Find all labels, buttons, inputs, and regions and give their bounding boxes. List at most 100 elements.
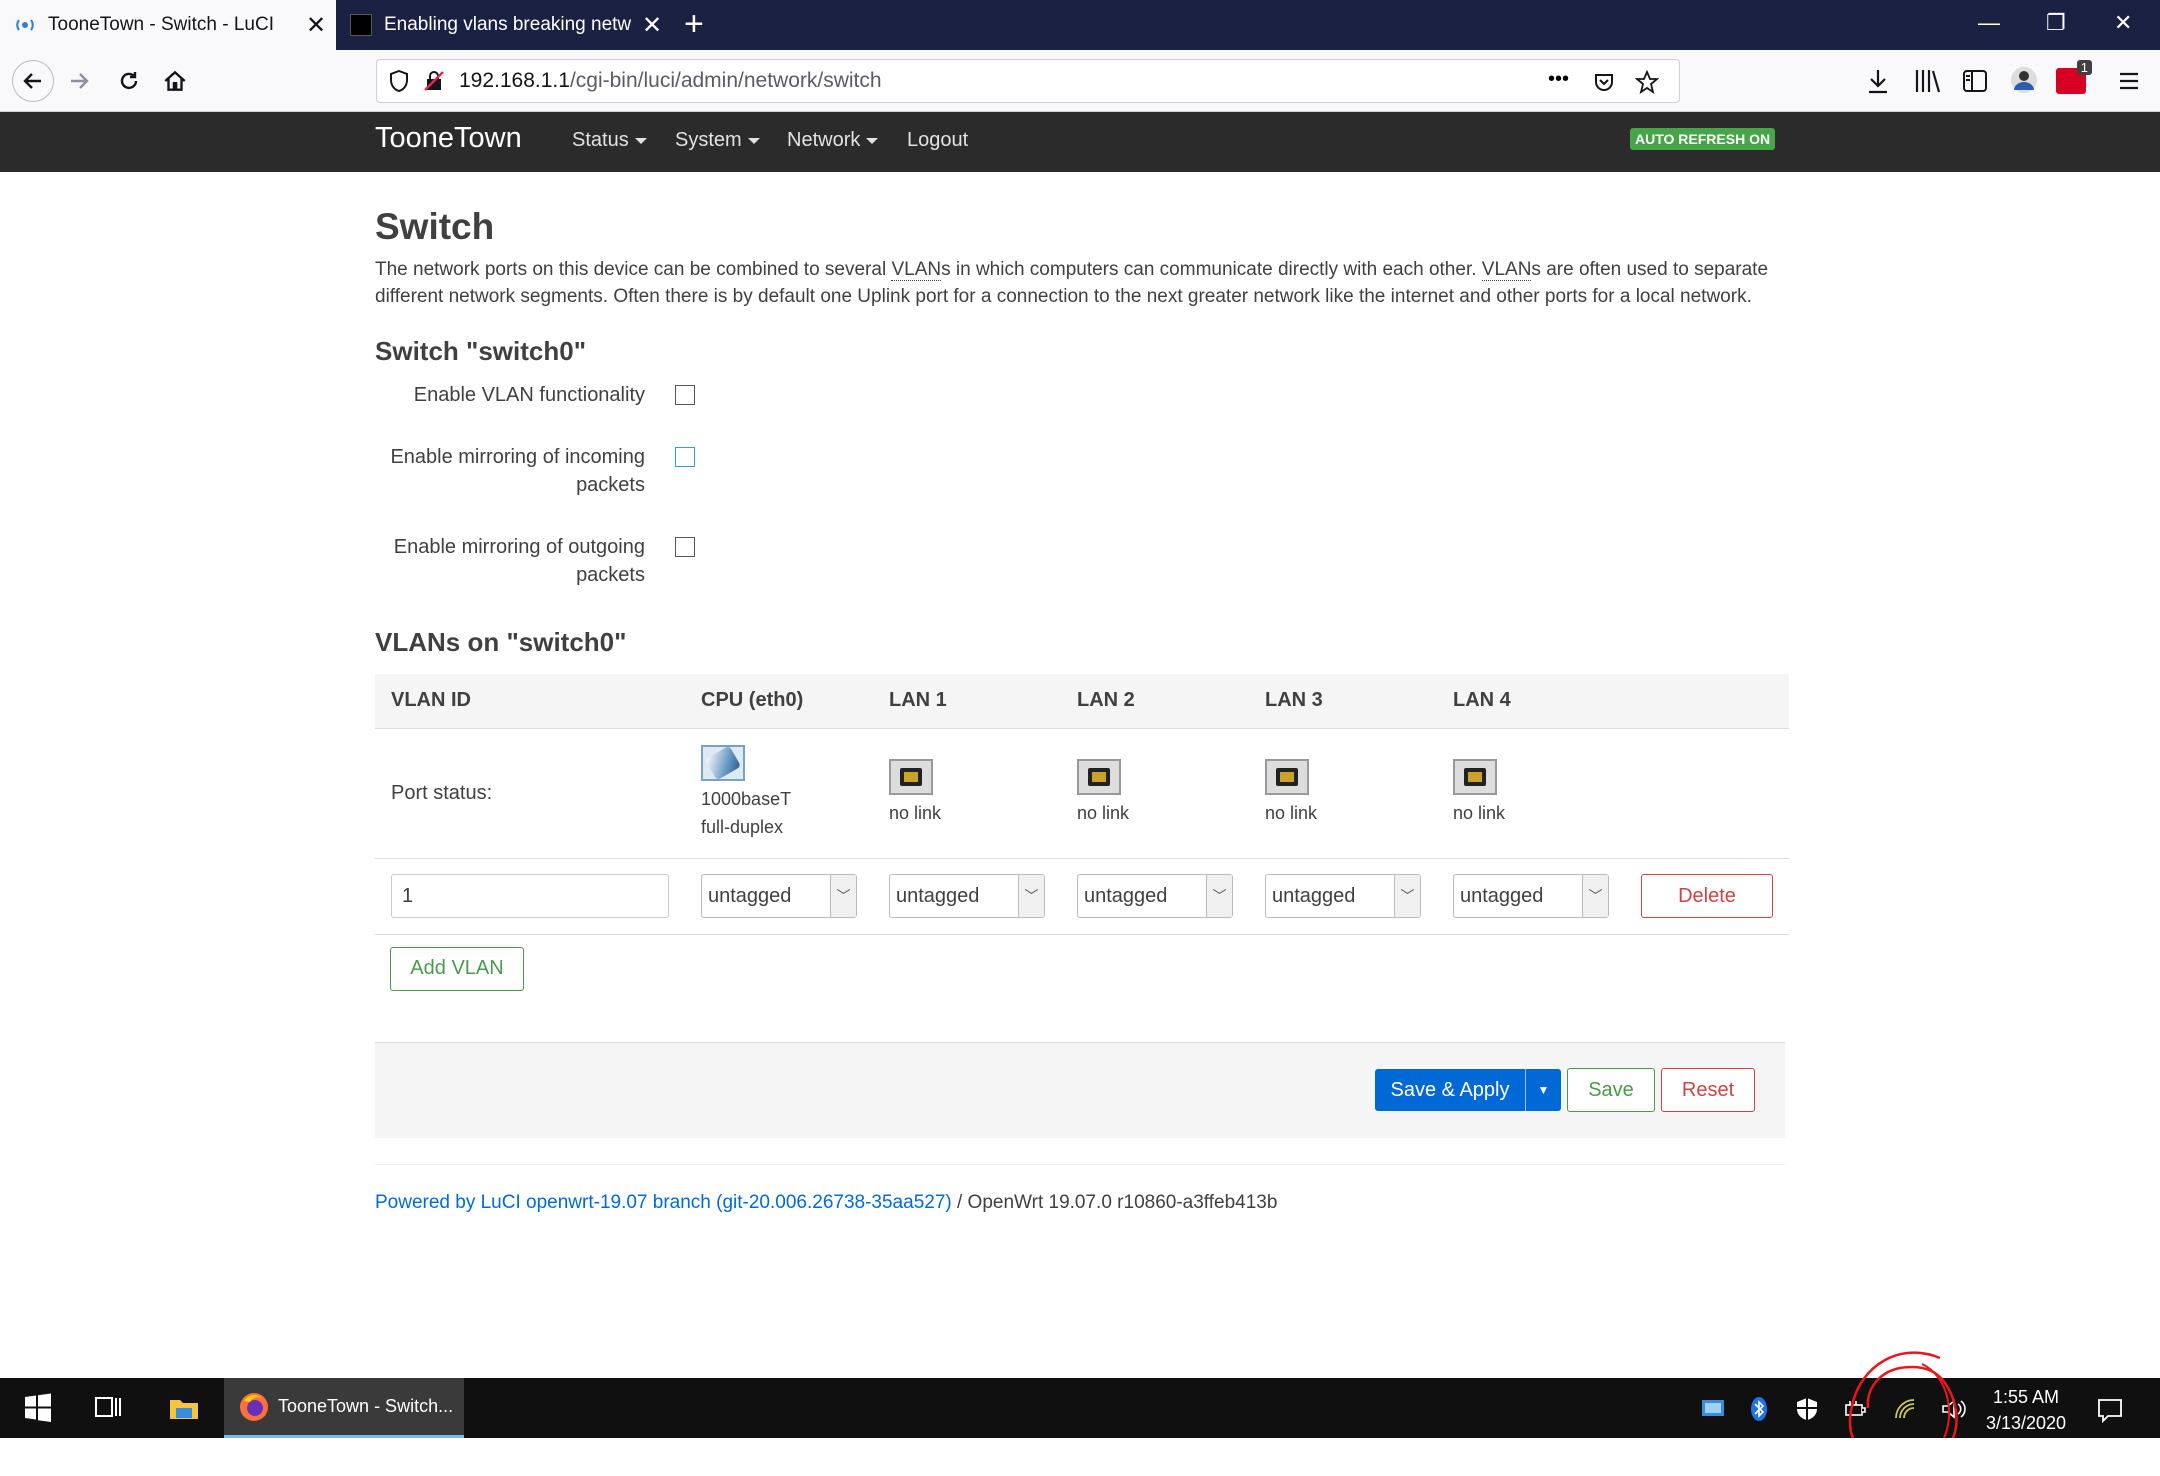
taskbar-firefox-app[interactable]: TooneTown - Switch...	[224, 1378, 464, 1438]
library-icon[interactable]	[1914, 68, 1942, 94]
bluetooth-icon[interactable]	[1746, 1396, 1772, 1422]
port-no-link-icon	[1077, 759, 1121, 795]
browser-tab-inactive[interactable]: Enabling vlans breaking networ ✕	[336, 0, 672, 50]
auto-refresh-badge[interactable]: AUTO REFRESH ON	[1630, 128, 1776, 150]
menu-label: Status	[572, 129, 629, 151]
vlan-abbr: VLAN	[891, 259, 942, 281]
vlan-id-input[interactable]: 1	[391, 874, 669, 918]
back-arrow-icon	[23, 73, 41, 89]
port-select-cell: untagged ﹀	[1437, 858, 1625, 935]
port-select-cell: untagged ﹀	[1249, 858, 1437, 935]
cpu-port-select[interactable]: untagged ﹀	[701, 874, 857, 918]
chevron-down-icon: ﹀	[1582, 875, 1608, 917]
add-vlan-row: Add VLAN	[375, 935, 1785, 1003]
page-title: Switch	[375, 206, 495, 247]
system-clock[interactable]: 1:55 AM 3/13/2020	[1966, 1384, 2086, 1436]
page-description: The network ports on this device can be …	[375, 256, 1785, 310]
port-status-cell: no link	[1249, 728, 1437, 859]
port-status-label: Port status:	[375, 728, 685, 859]
save-apply-label: Save & Apply	[1390, 1078, 1510, 1101]
footer: Powered by LuCI openwrt-19.07 branch (gi…	[375, 1192, 1277, 1214]
menu-system[interactable]: System	[675, 129, 760, 152]
enable-vlan-checkbox[interactable]	[675, 385, 695, 405]
lan3-port-select[interactable]: untagged ﹀	[1265, 874, 1421, 918]
file-explorer-icon[interactable]	[168, 1392, 200, 1424]
bookmark-star-icon[interactable]	[1635, 70, 1659, 94]
column-header: LAN 1	[873, 674, 1061, 729]
brand-logo[interactable]: TooneTown	[375, 122, 522, 155]
menu-network[interactable]: Network	[787, 129, 879, 152]
table-header-row: VLAN ID CPU (eth0) LAN 1 LAN 2 LAN 3 LAN…	[375, 674, 1789, 729]
downloads-icon[interactable]	[1866, 68, 1890, 94]
mirror-incoming-checkbox[interactable]	[675, 447, 695, 467]
mirror-outgoing-checkbox[interactable]	[675, 537, 695, 557]
vlan-table: VLAN ID CPU (eth0) LAN 1 LAN 2 LAN 3 LAN…	[375, 674, 1789, 935]
page-actions-icon[interactable]: •••	[1548, 68, 1569, 91]
port-status-cell: no link	[873, 728, 1061, 859]
form-actions: Save & Apply ▼ Save Reset	[375, 1042, 1785, 1138]
footer-divider	[375, 1164, 1785, 1165]
lan2-port-select[interactable]: untagged ﹀	[1077, 874, 1233, 918]
reload-button[interactable]	[112, 64, 146, 98]
port-link-text: no link	[1453, 803, 1506, 823]
port-link-text: no link	[889, 803, 942, 823]
desc-text: s in which computers can communicate dir…	[941, 259, 1482, 280]
browser-navbar: 192.168.1.1/cgi-bin/luci/admin/network/s…	[0, 50, 2160, 112]
select-value: untagged	[896, 884, 980, 907]
account-avatar-icon[interactable]	[2010, 66, 2038, 94]
windows-start-icon[interactable]	[22, 1392, 54, 1424]
pocket-icon[interactable]	[1593, 71, 1615, 93]
dropdown-caret-icon[interactable]: ▼	[1525, 1069, 1561, 1111]
display-settings-icon[interactable]	[1700, 1396, 1726, 1422]
port-status-cell: no link	[1437, 728, 1625, 859]
select-value: untagged	[708, 884, 792, 907]
reset-button[interactable]: Reset	[1661, 1068, 1755, 1112]
task-view-icon[interactable]	[92, 1392, 124, 1424]
close-tab-icon[interactable]: ✕	[632, 11, 672, 40]
delete-vlan-button[interactable]: Delete	[1641, 874, 1773, 918]
security-shield-icon[interactable]	[1794, 1396, 1820, 1422]
close-tab-icon[interactable]: ✕	[296, 11, 336, 40]
taskbar-app-title: TooneTown - Switch...	[278, 1396, 454, 1416]
url-bar[interactable]: 192.168.1.1/cgi-bin/luci/admin/network/s…	[376, 59, 1680, 103]
option-label: Enable mirroring of outgoing packets	[393, 536, 645, 586]
minimize-icon[interactable]: —	[1978, 10, 2000, 36]
wireless-icon	[16, 19, 34, 31]
lan1-port-select[interactable]: untagged ﹀	[889, 874, 1045, 918]
sidebar-icon[interactable]	[1962, 68, 1988, 94]
save-button[interactable]: Save	[1567, 1068, 1655, 1112]
extension-icon[interactable]: 1	[2056, 60, 2092, 94]
close-window-icon[interactable]: ✕	[2114, 10, 2132, 36]
chevron-down-icon: ﹀	[1394, 875, 1420, 917]
lan4-port-select[interactable]: untagged ﹀	[1453, 874, 1609, 918]
back-button[interactable]	[12, 60, 54, 102]
save-apply-button[interactable]: Save & Apply ▼	[1375, 1069, 1561, 1111]
openwrt-forum-icon	[350, 14, 372, 36]
action-center-icon[interactable]	[2096, 1396, 2124, 1424]
select-value: untagged	[1272, 884, 1356, 907]
menu-label: System	[675, 129, 742, 151]
reload-icon	[120, 72, 138, 90]
port-link-text: no link	[1265, 803, 1318, 823]
clock-time: 1:55 AM	[1992, 1387, 2060, 1407]
restore-icon[interactable]: ❐	[2046, 10, 2066, 36]
empty-cell	[1625, 728, 1789, 859]
browser-tab-active[interactable]: TooneTown - Switch - LuCI ✕	[0, 0, 336, 50]
luci-link[interactable]: Powered by LuCI openwrt-19.07 branch (gi…	[375, 1192, 952, 1213]
menu-status[interactable]: Status	[572, 129, 647, 152]
home-button[interactable]	[158, 64, 192, 98]
caret-down-icon	[634, 137, 647, 144]
url-path: /cgi-bin/luci/admin/network/switch	[569, 69, 882, 92]
port-no-link-icon	[889, 759, 933, 795]
add-vlan-button[interactable]: Add VLAN	[390, 946, 524, 991]
chevron-down-icon: ﹀	[1018, 875, 1044, 917]
hamburger-menu-icon[interactable]	[2118, 70, 2140, 92]
column-header: LAN 4	[1437, 674, 1625, 729]
menu-logout[interactable]: Logout	[907, 129, 968, 152]
port-speed: 1000baseT	[701, 789, 792, 809]
port-select-cell: untagged ﹀	[1061, 858, 1249, 935]
forward-button[interactable]	[62, 64, 96, 98]
port-no-link-icon	[1265, 759, 1309, 795]
column-header: CPU (eth0)	[685, 674, 873, 729]
new-tab-button[interactable]: +	[684, 6, 704, 42]
